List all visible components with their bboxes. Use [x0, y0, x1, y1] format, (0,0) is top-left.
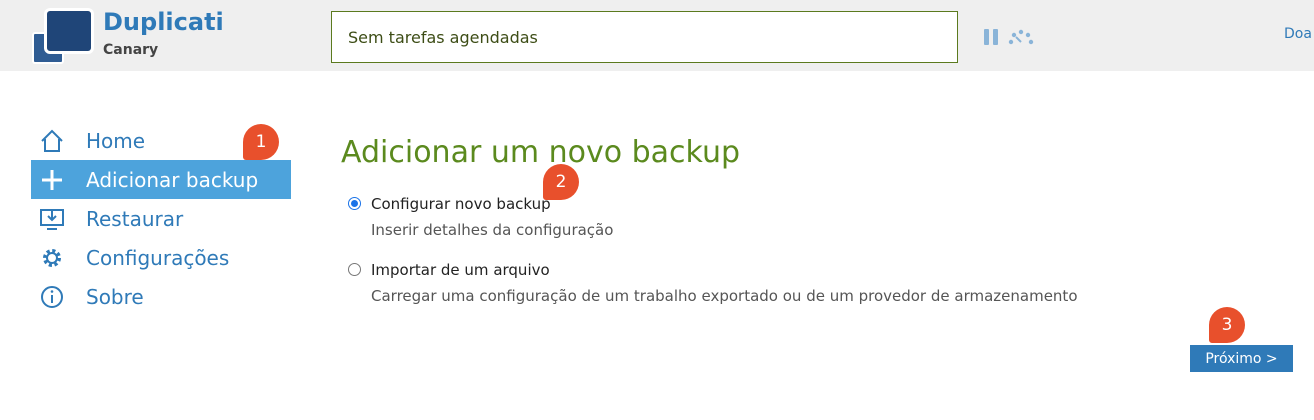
radio-new-backup[interactable]: [348, 197, 361, 210]
option-title[interactable]: Importar de um arquivo: [371, 261, 550, 279]
sidebar-item-restore[interactable]: Restaurar: [31, 199, 291, 238]
duplicati-logo-icon[interactable]: [32, 8, 94, 64]
plus-icon: [39, 167, 65, 193]
status-box: Sem tarefas agendadas: [331, 11, 958, 63]
donate-link[interactable]: Doa: [1284, 26, 1312, 42]
status-text: Sem tarefas agendadas: [348, 28, 538, 47]
brand-name[interactable]: Duplicati: [103, 8, 224, 36]
option-title[interactable]: Configurar novo backup: [371, 195, 551, 213]
header: Duplicati Canary Sem tarefas agendadas D…: [0, 0, 1314, 71]
annotation-marker-3: 3: [1209, 307, 1245, 343]
restore-icon: [39, 206, 65, 232]
next-button[interactable]: Próximo >: [1190, 345, 1293, 372]
sidebar-item-label: Restaurar: [86, 206, 184, 231]
sidebar-item-label: Sobre: [86, 284, 144, 309]
pause-icon[interactable]: [984, 29, 998, 45]
annotation-marker-1: 1: [243, 124, 279, 160]
sidebar-item-add-backup[interactable]: Adicionar backup: [31, 160, 291, 199]
sidebar-item-label: Home: [86, 128, 146, 153]
home-icon: [39, 128, 65, 154]
option-description: Inserir detalhes da configuração: [371, 221, 614, 239]
gear-icon: [39, 245, 65, 271]
info-icon: [39, 284, 65, 310]
brand-subtitle: Canary: [103, 42, 159, 58]
page-title: Adicionar um novo backup: [341, 135, 741, 170]
sidebar-item-label: Configurações: [86, 245, 230, 270]
sidebar-item-label: Adicionar backup: [86, 167, 259, 192]
radio-import-file[interactable]: [348, 263, 361, 276]
sidebar-item-settings[interactable]: Configurações: [31, 238, 291, 277]
throttle-icon[interactable]: [1008, 28, 1034, 46]
logo-square-front: [44, 8, 94, 54]
option-description: Carregar uma configuração de um trabalho…: [371, 287, 1078, 305]
sidebar-item-about[interactable]: Sobre: [31, 277, 291, 316]
